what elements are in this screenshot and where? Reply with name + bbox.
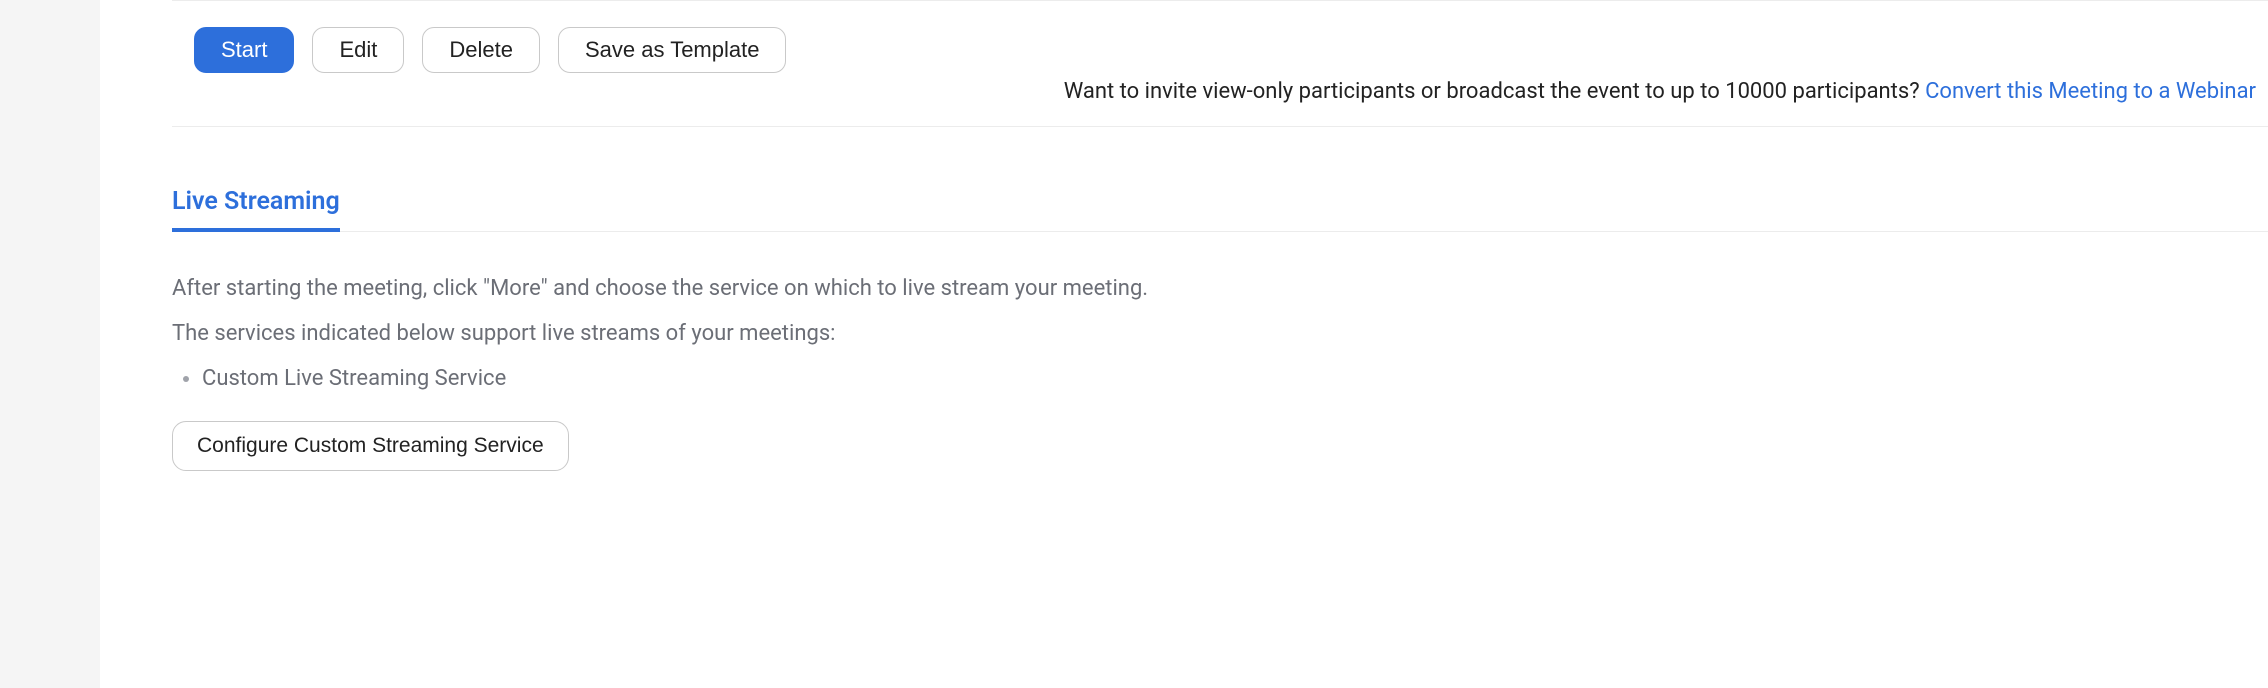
action-row: Start Edit Delete Save as Template: [172, 21, 2268, 73]
live-stream-services-list: Custom Live Streaming Service: [202, 366, 2268, 391]
content-area: Start Edit Delete Save as Template Want …: [100, 0, 2268, 471]
delete-button[interactable]: Delete: [422, 27, 540, 73]
action-section: Start Edit Delete Save as Template Want …: [172, 0, 2268, 126]
start-button[interactable]: Start: [194, 27, 294, 73]
tab-row: Live Streaming: [172, 187, 2268, 232]
section-divider: [172, 126, 2268, 127]
configure-custom-streaming-button[interactable]: Configure Custom Streaming Service: [172, 421, 569, 471]
webinar-prompt-text: Want to invite view-only participants or…: [1064, 79, 1925, 104]
edit-button[interactable]: Edit: [312, 27, 404, 73]
live-streaming-content: After starting the meeting, click "More"…: [172, 276, 2268, 471]
left-sidebar: [0, 0, 100, 688]
save-as-template-button[interactable]: Save as Template: [558, 27, 786, 73]
convert-to-webinar-link[interactable]: Convert this Meeting to a Webinar: [1925, 79, 2256, 104]
live-stream-instruction: After starting the meeting, click "More"…: [172, 276, 2268, 301]
list-item: Custom Live Streaming Service: [202, 366, 2268, 391]
webinar-prompt: Want to invite view-only participants or…: [172, 73, 2268, 116]
tab-live-streaming[interactable]: Live Streaming: [172, 187, 340, 232]
live-stream-services-intro: The services indicated below support liv…: [172, 321, 2268, 346]
